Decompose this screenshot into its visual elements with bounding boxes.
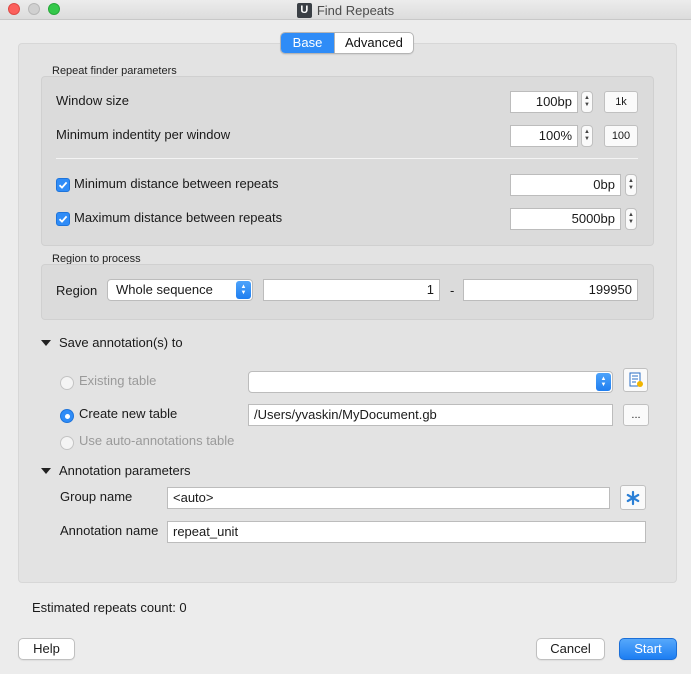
- max-distance-stepper-icon[interactable]: ▲ ▼: [625, 208, 637, 230]
- min-identity-stepper-icon[interactable]: ▲ ▼: [581, 125, 593, 147]
- min-distance-label: Minimum distance between repeats: [74, 176, 279, 191]
- help-button[interactable]: Help: [18, 638, 75, 660]
- min-distance-field[interactable]: 0bp: [510, 174, 621, 196]
- table-file-icon[interactable]: [623, 368, 648, 392]
- asterisk-icon[interactable]: [620, 485, 646, 510]
- table-file-glyph: [629, 372, 643, 387]
- tab-bar: Base Advanced: [280, 32, 414, 54]
- max-distance-label: Maximum distance between repeats: [74, 210, 283, 225]
- annotation-params-header[interactable]: Annotation parameters: [59, 463, 191, 478]
- annotation-params-disclosure-triangle-icon[interactable]: [41, 468, 51, 474]
- window-size-field[interactable]: 100bp: [510, 91, 578, 113]
- existing-table-select[interactable]: ▲ ▼: [248, 371, 613, 393]
- app-icon: U: [296, 2, 312, 18]
- save-annotations-disclosure-triangle-icon[interactable]: [41, 340, 51, 346]
- min-distance-checkbox[interactable]: [56, 178, 70, 192]
- auto-annotations-radio[interactable]: [60, 436, 74, 450]
- region-select-value: Whole sequence: [116, 282, 213, 297]
- window-size-1k-button[interactable]: 1k: [604, 91, 638, 113]
- min-identity-100-button[interactable]: 100: [604, 125, 638, 147]
- estimated-repeats-count: Estimated repeats count: 0: [32, 600, 187, 615]
- checkmark-icon: [58, 181, 68, 189]
- region-separator: -: [450, 283, 455, 298]
- tab-base[interactable]: Base: [281, 33, 334, 53]
- combo-arrow-icon: ▲ ▼: [596, 373, 611, 391]
- region-select[interactable]: Whole sequence ▲ ▼: [107, 279, 253, 301]
- group-name-label: Group name: [60, 489, 133, 504]
- asterisk-glyph: [626, 490, 640, 505]
- create-new-table-radio[interactable]: [60, 409, 74, 423]
- annotation-name-field[interactable]: repeat_unit: [167, 521, 646, 543]
- window-size-label: Window size: [56, 93, 129, 108]
- new-table-path-field[interactable]: /Users/yvaskin/MyDocument.gb: [248, 404, 613, 426]
- region-end-field[interactable]: 199950: [463, 279, 638, 301]
- window-title: Find Repeats: [316, 2, 395, 18]
- auto-annotations-label: Use auto-annotations table: [79, 433, 235, 448]
- existing-table-radio[interactable]: [60, 376, 74, 390]
- create-new-table-label: Create new table: [79, 406, 178, 421]
- min-identity-label: Minimum indentity per window: [56, 127, 231, 142]
- region-label: Region: [56, 283, 98, 298]
- max-distance-field[interactable]: 5000bp: [510, 208, 621, 230]
- cancel-button[interactable]: Cancel: [536, 638, 605, 660]
- tab-advanced[interactable]: Advanced: [334, 33, 413, 53]
- group-name-field[interactable]: <auto>: [167, 487, 610, 509]
- separator: [56, 158, 638, 159]
- start-button[interactable]: Start: [619, 638, 677, 660]
- combo-arrow-icon: ▲ ▼: [236, 281, 251, 299]
- window-size-stepper-icon[interactable]: ▲ ▼: [581, 91, 593, 113]
- max-distance-checkbox[interactable]: [56, 212, 70, 226]
- save-annotations-header[interactable]: Save annotation(s) to: [59, 335, 183, 350]
- existing-table-label: Existing table: [79, 373, 157, 388]
- min-identity-field[interactable]: 100%: [510, 125, 578, 147]
- browse-button[interactable]: ...: [623, 404, 649, 426]
- min-distance-stepper-icon[interactable]: ▲ ▼: [625, 174, 637, 196]
- checkmark-icon: [58, 215, 68, 223]
- region-start-field[interactable]: 1: [263, 279, 440, 301]
- window-title-wrap: U Find Repeats: [0, 0, 691, 20]
- annotation-name-label: Annotation name: [60, 523, 159, 538]
